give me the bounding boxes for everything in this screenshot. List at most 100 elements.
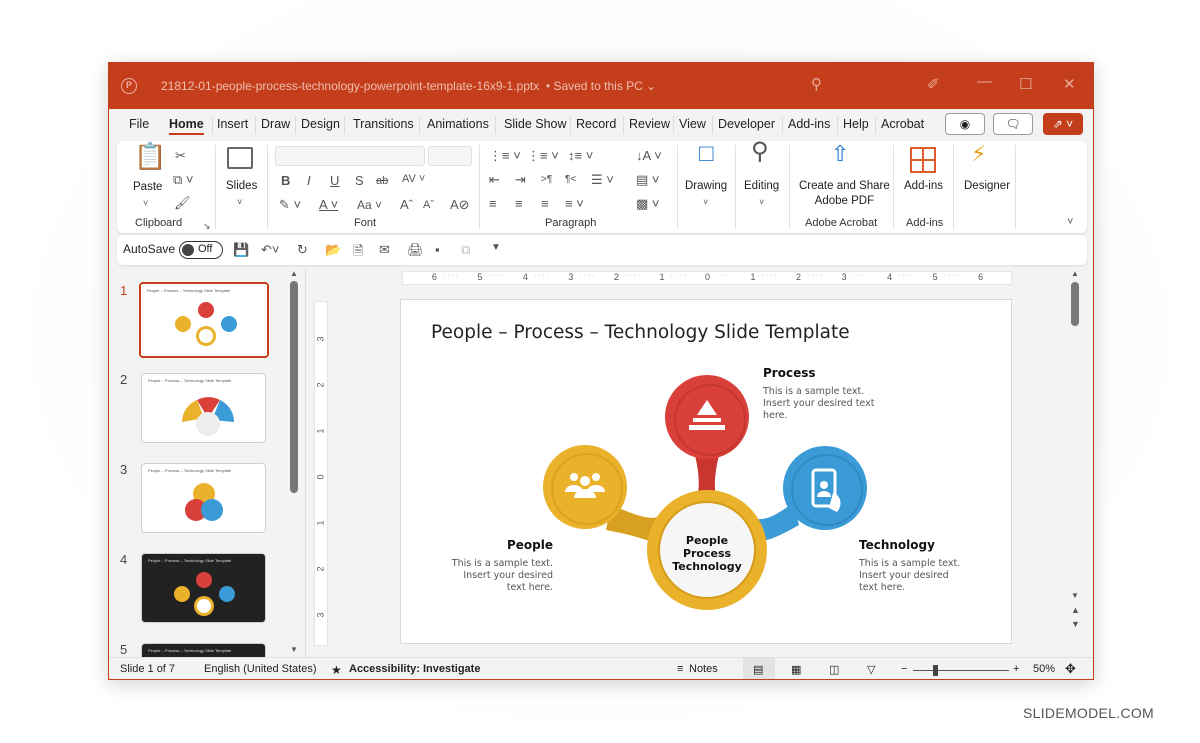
justify-button[interactable]: ≡ ˅ [565,197,584,211]
email-icon[interactable]: ✉ [379,242,390,258]
zoom-out-button[interactable]: − [901,663,907,675]
notes-icon[interactable]: ≡ [677,663,683,675]
increase-indent-button[interactable]: ⇥ [515,173,526,187]
adobe-pdf-share-icon[interactable]: ⇧ [831,143,849,165]
editing-search-icon[interactable]: ⚲ [751,140,769,164]
paste-icon[interactable]: 📋 [134,143,166,169]
clear-formatting-button[interactable]: A⊘ [450,198,470,212]
line-spacing-button[interactable]: ↕≡ ˅ [568,149,593,163]
previous-slide-icon[interactable]: ▲ [1071,605,1080,615]
scroll-up-icon[interactable]: ▲ [290,269,298,278]
new-file-icon[interactable]: 🗎 [353,242,363,264]
slide-canvas[interactable]: People – Process – Technology Slide Temp… [400,299,1012,644]
tab-developer[interactable]: Developer [718,117,775,131]
print-icon[interactable]: 🖨 [407,242,424,258]
font-size-dropdown[interactable] [428,146,472,166]
open-icon[interactable]: 📂 [325,242,341,258]
tab-draw[interactable]: Draw [261,117,290,131]
decrease-font-size-button[interactable]: Aˇ [423,198,434,212]
smartart-button[interactable]: ▩ ˅ [636,197,660,211]
format-painter-icon[interactable]: 🖌 [174,196,191,210]
zoom-in-button[interactable]: + [1013,663,1019,675]
rtl-button[interactable]: ¶< [565,173,576,187]
bullets-button[interactable]: ⋮≡ ˅ [489,149,521,163]
search-icon[interactable]: ⚲ [811,75,822,93]
presentation-icon[interactable]: ▪ [435,242,440,257]
duplicate-icon[interactable]: ⧉ [461,242,470,258]
tab-file[interactable]: File [129,117,149,131]
copilot-icon[interactable]: ✐ [927,75,940,93]
drawing-chevron-icon[interactable]: ˅ [703,195,708,209]
tab-insert[interactable]: Insert [217,117,248,131]
tab-design[interactable]: Design [301,117,340,131]
strikethrough-button[interactable]: ab [376,174,388,188]
center-button[interactable]: ≡ [515,197,523,211]
slide-thumbnail-3[interactable]: People – Process – Technology Slide Temp… [141,463,266,533]
record-button[interactable]: ◉ [945,113,985,135]
tab-view[interactable]: View [679,117,706,131]
tab-animations[interactable]: Animations [427,117,489,131]
undo-icon[interactable]: ↶˅ [261,242,279,258]
slides-button[interactable]: Slides [226,179,257,194]
clipboard-launcher-icon[interactable]: ↘ [203,219,211,233]
tab-help[interactable]: Help [843,117,869,131]
maximize-button[interactable]: ☐ [1019,75,1032,93]
new-slide-icon[interactable] [227,147,253,169]
accessibility-status[interactable]: Accessibility: Investigate [349,663,480,675]
close-button[interactable]: ✕ [1063,75,1076,93]
italic-button[interactable]: I [307,174,311,188]
customize-qat-icon[interactable]: ▼ [491,242,501,253]
ltr-button[interactable]: >¶ [541,173,552,187]
notes-button[interactable]: Notes [689,663,718,675]
slide-thumbnail-1[interactable]: People – Process – Technology Slide Temp… [139,282,269,358]
add-ins-icon[interactable] [910,147,936,173]
people-heading[interactable]: People [481,538,553,552]
font-name-dropdown[interactable] [275,146,425,166]
slideshow-icon[interactable]: ▽ [867,663,875,676]
zoom-level[interactable]: 50% [1033,663,1055,675]
accessibility-icon[interactable]: ★ [331,663,342,677]
autosave-toggle[interactable]: Off [179,241,223,259]
zoom-slider-track[interactable] [913,670,1009,671]
technology-heading[interactable]: Technology [859,538,935,552]
drawing-button[interactable]: Drawing [685,179,727,194]
text-direction-button[interactable]: ↓A ˅ [636,149,662,163]
scroll-down-icon[interactable]: ▼ [290,645,298,654]
document-title[interactable]: 21812-01-people-process-technology-power… [161,79,656,93]
comments-button[interactable]: 🗨 [993,113,1033,135]
add-ins-button[interactable]: Add-ins [904,179,943,194]
designer-icon[interactable]: ⚡ [971,143,986,165]
highlight-color-button[interactable]: ✎ ˅ [279,198,301,212]
share-button[interactable]: ⇗ ˅ [1043,113,1083,135]
process-body[interactable]: This is a sample text. Insert your desir… [763,386,874,422]
fit-to-window-icon[interactable]: ✥ [1065,661,1076,677]
tab-slide-show[interactable]: Slide Show [504,117,567,131]
align-text-button[interactable]: ▤ ˅ [636,173,660,187]
designer-button[interactable]: Designer [964,179,1010,194]
cut-icon[interactable]: ✂ [175,149,186,163]
next-slide-icon[interactable]: ▼ [1071,619,1080,629]
font-color-button[interactable]: A ˅ [319,198,338,212]
process-heading[interactable]: Process [763,366,816,380]
reading-view-icon[interactable]: ◫ [829,663,839,676]
minimize-button[interactable]: — [977,73,992,90]
zoom-slider-thumb[interactable] [933,665,938,676]
copy-icon[interactable]: ⧉ ˅ [173,173,194,187]
paste-chevron-icon[interactable]: ˅ [143,196,148,210]
editor-scrollbar[interactable]: ▲ ▼ ▲ ▼ [1071,269,1081,644]
drawing-icon[interactable]: □ [699,142,714,166]
people-body[interactable]: This is a sample text. Insert your desir… [441,558,553,594]
tab-review[interactable]: Review [629,117,670,131]
numbering-button[interactable]: ⋮≡ ˅ [527,149,559,163]
tab-acrobat[interactable]: Acrobat [881,117,924,131]
tab-transitions[interactable]: Transitions [353,117,414,131]
character-spacing-button[interactable]: AV ˅ [402,172,425,186]
create-share-pdf-button[interactable]: Create and Share Adobe PDF [799,179,890,209]
tab-record[interactable]: Record [576,117,616,131]
bold-button[interactable]: B [281,174,290,188]
save-icon[interactable]: 💾 [233,242,249,258]
scroll-up-icon[interactable]: ▲ [1071,269,1079,278]
change-case-button[interactable]: Aa ˅ [357,198,382,212]
editing-button[interactable]: Editing [744,179,779,194]
slide-sorter-icon[interactable]: ▦ [791,663,801,676]
